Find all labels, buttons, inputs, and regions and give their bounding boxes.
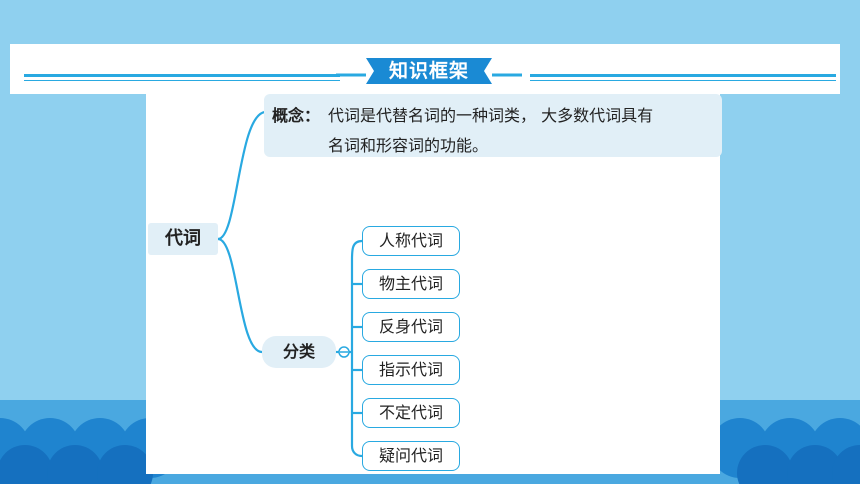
- leaf-node: 不定代词: [362, 398, 460, 428]
- leaf-node: 指示代词: [362, 355, 460, 385]
- leaf-node: 反身代词: [362, 312, 460, 342]
- leaf-node: 人称代词: [362, 226, 460, 256]
- concept-label: 概念：: [272, 106, 321, 125]
- concept-text-line1: 代词是代替名词的一种词类， 大多数代词具有: [328, 106, 654, 125]
- root-node-label: 代词: [165, 228, 201, 249]
- leaf-node: 物主代词: [362, 269, 460, 299]
- category-node-label: 分类: [282, 342, 315, 361]
- page-title: 知识框架: [388, 60, 469, 82]
- concept-text-line2: 名词和形容词的功能。: [328, 136, 489, 155]
- leaf-node: 疑问代词: [362, 441, 460, 471]
